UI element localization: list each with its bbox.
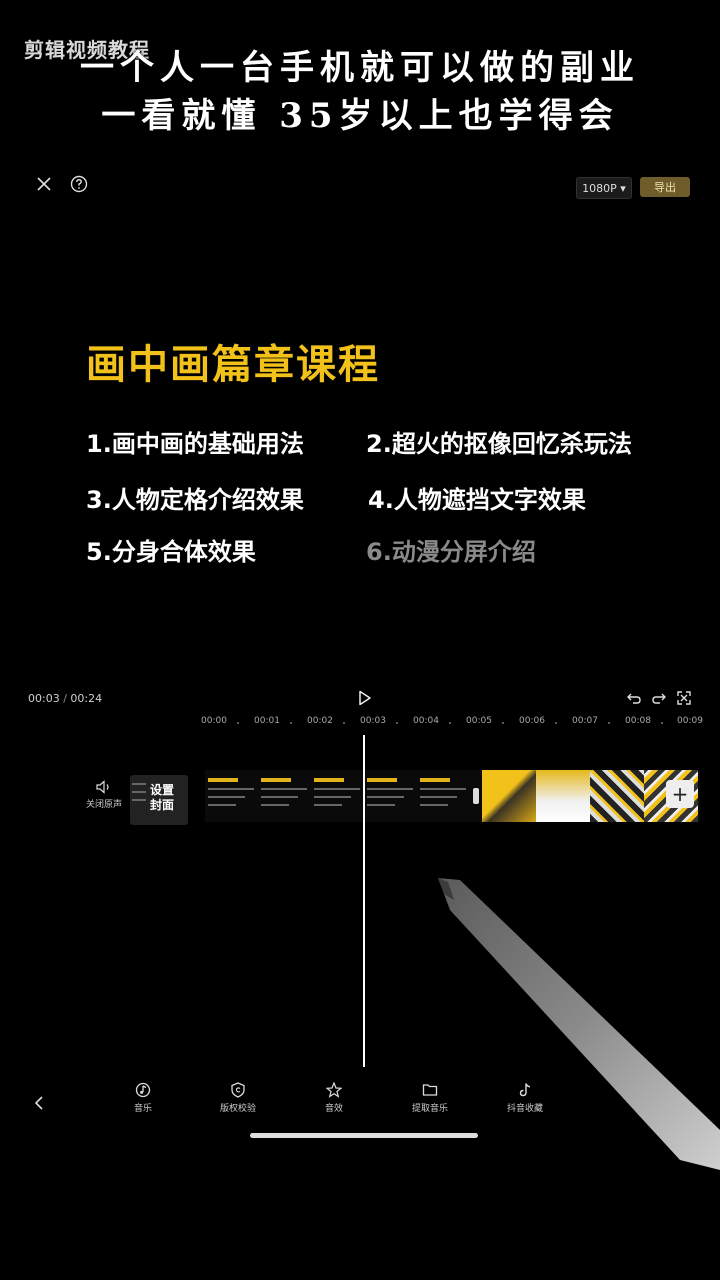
video-clip-track[interactable] <box>205 770 700 822</box>
redo-icon <box>652 693 666 704</box>
clip-trim-handle[interactable] <box>473 788 479 804</box>
ruler-tick: 00:01 <box>254 716 280 726</box>
undo-icon <box>627 693 641 704</box>
export-button[interactable]: 导出 <box>640 177 690 197</box>
banner-line-1: 一个人一台手机就可以做的副业 <box>80 48 640 88</box>
tool-label: 提取音乐 <box>411 1104 448 1114</box>
tool-label: 音效 <box>324 1104 343 1114</box>
lesson-item: 3.人物定格介绍效果 <box>86 486 304 514</box>
course-title: 画中画篇章课程 <box>86 342 380 388</box>
tool-label: 音乐 <box>133 1104 152 1114</box>
banner-line-2: 一看就懂 35岁以上也学得会 <box>101 96 619 136</box>
set-cover-label: 设置 封面 <box>150 783 175 812</box>
clip-frame <box>311 770 363 822</box>
extract-music-folder-icon <box>422 1084 438 1096</box>
ruler-tick: 00:00 <box>201 716 227 726</box>
ruler-tick: 00:03 <box>360 716 386 726</box>
lesson-item: 4.人物遮挡文字效果 <box>368 486 586 514</box>
back-button[interactable] <box>28 1085 50 1121</box>
tool-label: 抖音收藏 <box>506 1104 543 1114</box>
tool-music[interactable]: 音乐 <box>108 1082 178 1114</box>
tool-label: 版权校验 <box>219 1104 256 1114</box>
timecode: 00:03 / 00:24 <box>28 692 102 705</box>
clip-thumbnail <box>590 770 644 822</box>
redo-button[interactable] <box>645 684 673 712</box>
clip-frame <box>258 770 310 822</box>
ruler-tick: 00:02 <box>307 716 333 726</box>
clip-frame <box>364 770 416 822</box>
ruler-tick: 00:05 <box>466 716 492 726</box>
add-clip-button[interactable]: + <box>666 780 694 808</box>
help-button[interactable] <box>65 170 93 198</box>
play-icon <box>359 690 371 706</box>
fullscreen-icon <box>677 691 691 705</box>
douyin-icon <box>519 1083 531 1097</box>
ruler-tick: 00:07 <box>572 716 598 726</box>
undo-button[interactable] <box>620 684 648 712</box>
play-button[interactable] <box>351 684 379 712</box>
time-separator: / <box>63 692 67 705</box>
clip-frame <box>417 770 469 822</box>
set-cover-button[interactable]: 设置 封面 <box>130 775 188 825</box>
ruler-tick: 00:04 <box>413 716 439 726</box>
clip-thumbnail <box>536 770 590 822</box>
tool-extract-music[interactable]: 提取音乐 <box>395 1082 465 1114</box>
tool-douyin-favorites[interactable]: 抖音收藏 <box>490 1082 560 1114</box>
current-time: 00:03 <box>28 692 60 705</box>
mute-original-audio-button[interactable]: 关闭原声 <box>86 780 122 810</box>
resolution-select[interactable]: 1080P ▾ <box>576 177 632 199</box>
lesson-item: 1.画中画的基础用法 <box>86 430 304 458</box>
close-button[interactable] <box>30 170 58 198</box>
timeline-ruler[interactable]: 00:00 00:01 00:02 00:03 00:04 00:05 00:0… <box>180 716 720 732</box>
music-icon <box>135 1082 151 1098</box>
sound-effect-icon <box>326 1082 342 1098</box>
tool-sound-effect[interactable]: 音效 <box>299 1082 369 1114</box>
lesson-item: 6.动漫分屏介绍 <box>366 538 536 566</box>
home-indicator[interactable] <box>250 1133 478 1138</box>
clip-thumbnail <box>482 770 536 822</box>
playhead[interactable] <box>363 735 365 1067</box>
fullscreen-button[interactable] <box>670 684 698 712</box>
lesson-item: 5.分身合体效果 <box>86 538 256 566</box>
chevron-left-icon <box>34 1096 43 1110</box>
tool-copyright-check[interactable]: 版权校验 <box>203 1082 273 1114</box>
ruler-tick: 00:09 <box>677 716 703 726</box>
total-time: 00:24 <box>70 692 103 705</box>
stylus-image <box>438 878 720 1170</box>
mute-label: 关闭原声 <box>86 800 123 810</box>
speaker-icon <box>96 780 109 794</box>
ruler-tick: 00:06 <box>519 716 545 726</box>
ruler-tick: 00:08 <box>625 716 651 726</box>
clip-frame <box>205 770 257 822</box>
close-icon <box>37 177 51 191</box>
help-icon <box>70 175 88 193</box>
copyright-shield-icon <box>231 1082 245 1098</box>
lesson-item: 2.超火的抠像回忆杀玩法 <box>366 430 632 458</box>
